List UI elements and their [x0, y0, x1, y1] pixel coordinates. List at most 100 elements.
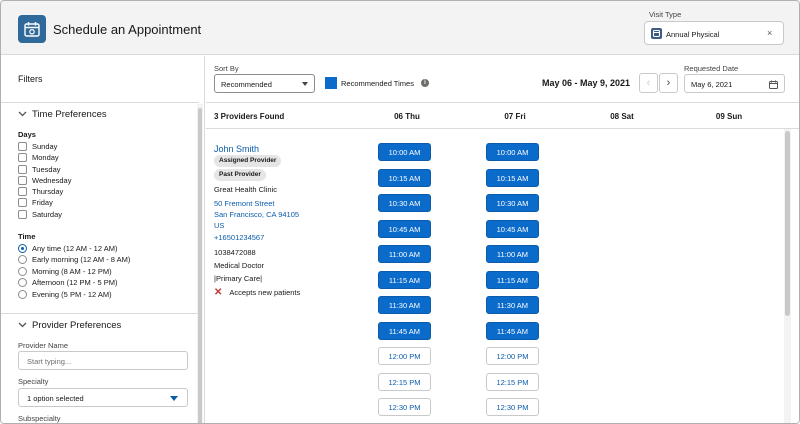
sort-by-select[interactable]: Recommended	[214, 74, 315, 93]
previous-week-button[interactable]: ‹	[639, 73, 658, 93]
day-checkbox-saturday[interactable]: Saturday	[18, 209, 62, 219]
remove-visit-type-icon[interactable]: ×	[767, 28, 772, 38]
radio-button[interactable]	[18, 289, 27, 299]
time-radio-afternoon[interactable]: Afternoon (12 PM - 5 PM)	[18, 277, 117, 287]
caret-down-icon	[302, 82, 308, 86]
requested-date-input[interactable]: May 6, 2021	[684, 74, 785, 93]
time-slot-button[interactable]: 10:00 AM	[378, 143, 431, 161]
days-label: Days	[18, 130, 36, 139]
visit-type-label: Visit Type	[649, 10, 682, 19]
provider-name-link[interactable]: John Smith	[214, 144, 259, 154]
requested-date-value: May 6, 2021	[691, 80, 733, 89]
time-label: Time	[18, 232, 36, 241]
day-checkbox-sunday[interactable]: Sunday	[18, 141, 57, 151]
checkbox[interactable]	[18, 186, 27, 196]
time-slot-button[interactable]: 10:15 AM	[486, 168, 539, 187]
radio-button[interactable]	[18, 243, 27, 253]
time-slot-button[interactable]: 11:45 AM	[486, 321, 539, 340]
accepts-new-patients: ✕ Accepts new patients	[214, 287, 300, 298]
providers-found-count: 3 Providers Found	[214, 112, 285, 121]
provider-preferences-header[interactable]: Provider Preferences	[18, 320, 121, 331]
radio-button[interactable]	[18, 277, 27, 287]
time-slot-button[interactable]: 10:30 AM	[378, 194, 431, 212]
next-week-button[interactable]: ›	[659, 73, 678, 93]
checkbox[interactable]	[18, 197, 27, 207]
close-icon: ✕	[214, 287, 223, 298]
time-slot-button[interactable]: 11:30 AM	[378, 296, 431, 314]
checkbox[interactable]	[18, 164, 27, 174]
time-slot-button[interactable]: 12:15 PM	[486, 372, 539, 391]
provider-name-input[interactable]: Start typing...	[18, 351, 188, 370]
divider	[1, 102, 199, 103]
day-label: Monday	[32, 152, 59, 162]
time-radio-early-morning[interactable]: Early morning (12 AM - 8 AM)	[18, 254, 130, 264]
time-option-label: Evening (5 PM - 12 AM)	[32, 289, 112, 299]
day-checkbox-tuesday[interactable]: Tuesday	[18, 164, 61, 174]
time-slot-button[interactable]: 12:15 PM	[378, 372, 431, 391]
time-radio-any[interactable]: Any time (12 AM - 12 AM)	[18, 243, 117, 253]
time-slot-button[interactable]: 11:30 AM	[486, 296, 539, 314]
provider-name-label: Provider Name	[18, 341, 69, 350]
address-line1[interactable]: 50 Fremont Street	[214, 199, 274, 208]
time-option-label: Early morning (12 AM - 8 AM)	[32, 254, 131, 264]
day-label: Saturday	[32, 209, 63, 219]
past-provider-badge: Past Provider	[214, 169, 266, 181]
day-checkbox-wednesday[interactable]: Wednesday	[18, 175, 71, 185]
provider-id: 1038472088	[214, 248, 256, 257]
time-slot-button[interactable]: 10:45 AM	[378, 219, 431, 238]
chevron-down-icon	[18, 320, 28, 331]
page-title: Schedule an Appointment	[53, 22, 202, 37]
time-option-label: Any time (12 AM - 12 AM)	[32, 243, 118, 253]
subspecialty-label: Subspecialty	[18, 414, 61, 423]
time-radio-morning[interactable]: Morning (8 AM - 12 PM)	[18, 266, 112, 276]
time-slot-button[interactable]: 12:30 PM	[378, 398, 431, 416]
address-country[interactable]: US	[214, 221, 224, 230]
time-slot-button[interactable]: 12:00 PM	[486, 347, 539, 365]
time-slot-button[interactable]: 12:30 PM	[486, 398, 539, 416]
time-preferences-title: Time Preferences	[32, 109, 107, 120]
time-slot-button[interactable]: 10:15 AM	[378, 168, 431, 187]
sidebar-scrollbar-thumb[interactable]	[198, 108, 202, 423]
visit-type-field[interactable]: Annual Physical ×	[644, 21, 784, 45]
info-icon[interactable]: i	[421, 79, 429, 87]
day-checkbox-thursday[interactable]: Thursday	[18, 186, 63, 196]
chevron-down-icon	[18, 109, 28, 120]
time-slot-button[interactable]: 10:45 AM	[486, 219, 539, 238]
calendar-icon	[18, 15, 46, 43]
time-slot-button[interactable]: 11:15 AM	[486, 270, 539, 289]
time-slot-button[interactable]: 11:15 AM	[378, 270, 431, 289]
checkbox[interactable]	[18, 152, 27, 162]
time-preferences-header[interactable]: Time Preferences	[18, 109, 107, 120]
schedule-window: Schedule an Appointment Visit Type Annua…	[0, 0, 800, 424]
day-label: Thursday	[32, 186, 64, 196]
time-slot-button[interactable]: 10:30 AM	[486, 194, 539, 212]
requested-date-label: Requested Date	[684, 64, 739, 73]
visit-type-value: Annual Physical	[666, 30, 720, 39]
time-slot-button[interactable]: 12:00 PM	[378, 347, 431, 365]
time-slot-button[interactable]: 11:00 AM	[486, 245, 539, 263]
checkbox[interactable]	[18, 141, 27, 151]
phone-link[interactable]: +16501234567	[214, 233, 264, 242]
assigned-provider-badge: Assigned Provider	[214, 155, 282, 167]
caret-down-icon	[170, 396, 178, 401]
time-slot-button[interactable]: 11:45 AM	[378, 321, 431, 340]
main-scrollbar-thumb[interactable]	[785, 131, 790, 316]
radio-button[interactable]	[18, 254, 27, 264]
accepts-new-patients-label: Accepts new patients	[229, 288, 301, 297]
time-slot-button[interactable]: 11:00 AM	[378, 245, 431, 263]
calendar-icon[interactable]	[769, 80, 778, 89]
specialty-select[interactable]: 1 option selected	[18, 388, 188, 407]
time-slot-button[interactable]: 10:00 AM	[486, 143, 539, 161]
specialty-label: Specialty	[18, 377, 49, 386]
provider-preferences-title: Provider Preferences	[32, 320, 122, 331]
day-checkbox-monday[interactable]: Monday	[18, 152, 59, 162]
checkbox[interactable]	[18, 209, 27, 219]
checkbox[interactable]	[18, 175, 27, 185]
filters-sidebar: Filters Time Preferences Days Sunday Mon…	[1, 56, 205, 423]
day-label: Sunday	[32, 141, 58, 151]
address-line2[interactable]: San Francisco, CA 94105	[214, 210, 299, 219]
recommended-legend-swatch	[325, 77, 337, 89]
radio-button[interactable]	[18, 266, 27, 276]
time-radio-evening[interactable]: Evening (5 PM - 12 AM)	[18, 289, 112, 299]
day-checkbox-friday[interactable]: Friday	[18, 197, 53, 207]
